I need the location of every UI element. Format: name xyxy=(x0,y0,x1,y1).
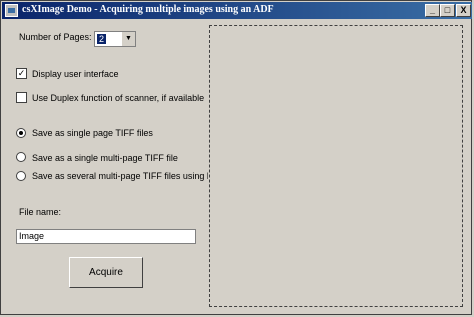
image-preview-area xyxy=(209,25,463,307)
display-ui-label[interactable]: Display user interface xyxy=(32,69,119,79)
window-title: csXImage Demo - Acquiring multiple image… xyxy=(22,4,274,15)
display-ui-checkbox[interactable]: ✓ xyxy=(16,68,27,79)
chevron-down-icon[interactable]: ▼ xyxy=(121,32,135,46)
maximize-button[interactable]: □ xyxy=(440,4,455,17)
file-name-label: File name: xyxy=(19,207,62,217)
app-icon[interactable] xyxy=(5,4,18,17)
pages-combobox[interactable]: 2 ▼ xyxy=(94,31,136,47)
file-name-input[interactable]: Image xyxy=(16,229,196,244)
save-several-multi-page-radio[interactable] xyxy=(16,171,26,181)
save-multi-page-label[interactable]: Save as a single multi-page TIFF file xyxy=(32,153,178,163)
main-window: csXImage Demo - Acquiring multiple image… xyxy=(0,0,472,315)
acquire-button[interactable]: Acquire xyxy=(69,257,143,288)
pages-value: 2 xyxy=(97,34,107,44)
minimize-button[interactable]: _ xyxy=(425,4,440,17)
duplex-label[interactable]: Use Duplex function of scanner, if avail… xyxy=(32,93,204,103)
save-multi-page-radio[interactable] xyxy=(16,152,26,162)
save-several-multi-page-label[interactable]: Save as several multi-page TIFF files us… xyxy=(32,171,208,181)
save-single-page-radio[interactable] xyxy=(16,128,26,138)
pages-label: Number of Pages: xyxy=(19,32,92,42)
title-bar[interactable]: csXImage Demo - Acquiring multiple image… xyxy=(2,2,472,19)
save-single-page-label[interactable]: Save as single page TIFF files xyxy=(32,128,153,138)
duplex-checkbox[interactable] xyxy=(16,92,27,103)
close-button[interactable]: X xyxy=(456,4,471,17)
